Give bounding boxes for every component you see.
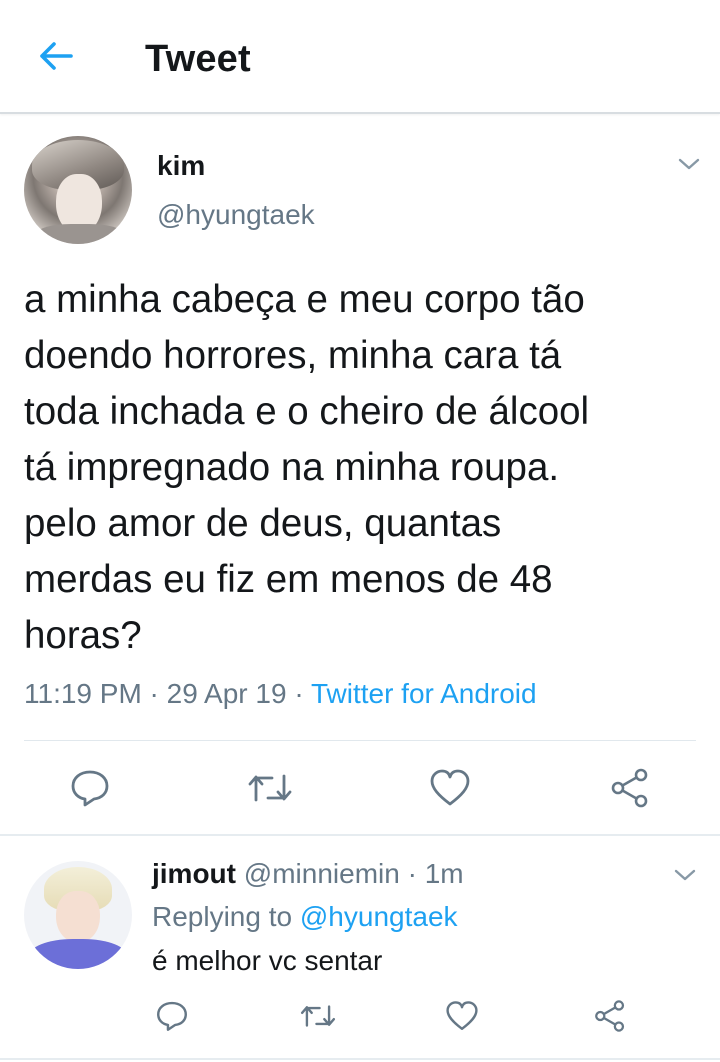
section-divider (0, 834, 720, 836)
replying-prefix: Replying to (152, 901, 300, 932)
reply-separator: · (399, 858, 425, 889)
reply-avatar[interactable] (24, 861, 132, 969)
like-icon (429, 768, 471, 813)
tweet-text: a minha cabeça e meu corpo tão doendo ho… (24, 278, 590, 657)
meta-separator: · (286, 678, 311, 709)
reply-author-name[interactable]: jimout (152, 858, 236, 889)
reply-like-button[interactable] (440, 998, 484, 1038)
replying-to-mention[interactable]: @hyungtaek (300, 901, 458, 932)
share-icon (593, 999, 627, 1038)
back-arrow-icon (38, 41, 74, 76)
avatar[interactable] (24, 136, 132, 244)
like-icon (445, 1000, 479, 1037)
bottom-divider (0, 1058, 720, 1060)
reply-text: é melhor vc sentar (152, 945, 383, 976)
reply-header: jimout @minniemin · 1m (152, 858, 464, 890)
tweet-source-link[interactable]: Twitter for Android (311, 678, 537, 709)
top-bar: Tweet (0, 0, 720, 114)
reply-age: 1m (424, 858, 464, 889)
reply-reply-button[interactable] (150, 998, 194, 1038)
reply-button[interactable] (62, 766, 118, 814)
retweet-icon (299, 1000, 337, 1037)
author-handle[interactable]: @hyungtaek (157, 199, 315, 231)
reply-retweet-button[interactable] (296, 998, 340, 1038)
tweet-actions (0, 762, 720, 816)
back-button[interactable] (30, 36, 82, 80)
share-icon (609, 767, 651, 814)
author-name[interactable]: kim (157, 150, 205, 182)
retweet-button[interactable] (242, 766, 298, 814)
page-title: Tweet (145, 38, 251, 80)
reply-author-handle[interactable]: @minniemin (244, 858, 400, 889)
reply-actions (0, 996, 720, 1040)
divider (24, 740, 696, 741)
reply-menu-button[interactable] (670, 866, 700, 888)
share-button[interactable] (602, 766, 658, 814)
reply-icon (155, 999, 189, 1038)
reply-share-button[interactable] (588, 998, 632, 1038)
meta-separator: · (141, 678, 167, 709)
chevron-down-icon (677, 156, 701, 177)
retweet-icon (246, 768, 294, 813)
reply-icon (69, 767, 111, 814)
chevron-down-icon (673, 867, 697, 888)
tweet-date: 29 Apr 19 (166, 678, 287, 709)
tweet-menu-button[interactable] (674, 155, 704, 177)
replying-to: Replying to @hyungtaek (152, 901, 458, 933)
like-button[interactable] (422, 766, 478, 814)
tweet-time: 11:19 PM (24, 678, 142, 709)
tweet-meta: 11:19 PM · 29 Apr 19 · Twitter for Andro… (24, 678, 537, 710)
